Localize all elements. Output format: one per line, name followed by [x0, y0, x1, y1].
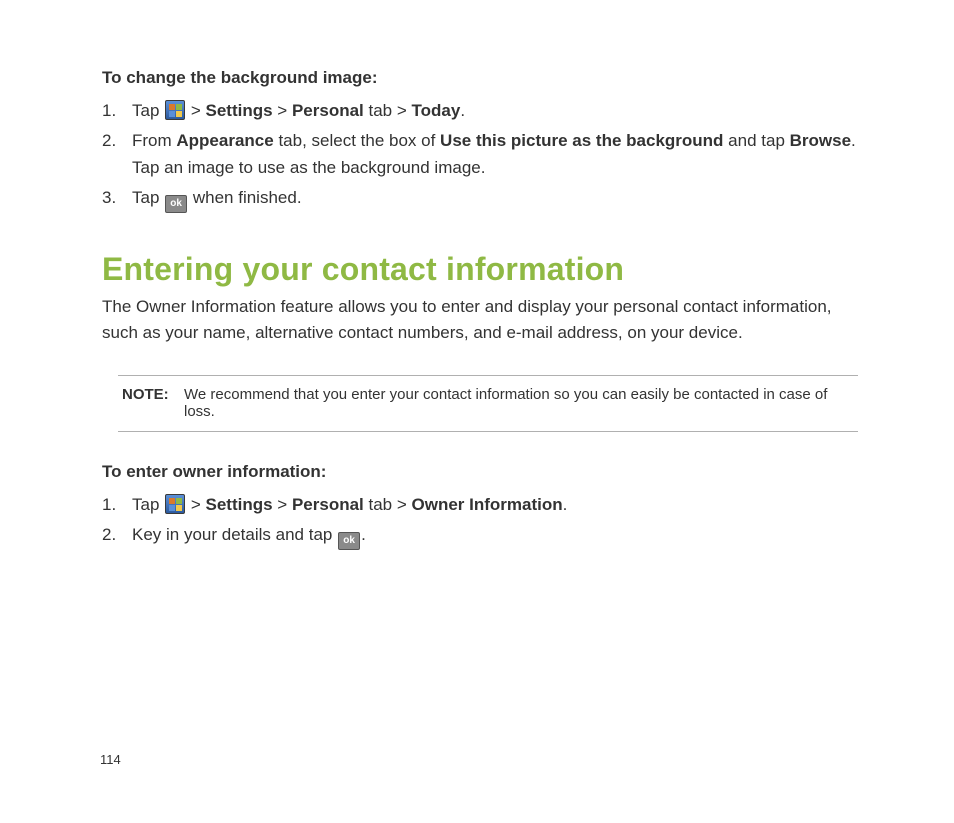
text: Tap	[132, 495, 164, 514]
nav-settings: Settings	[206, 101, 273, 120]
nav-settings: Settings	[206, 495, 273, 514]
step-number: 2.	[102, 128, 132, 154]
text: Tap	[132, 188, 164, 207]
option-use-picture: Use this picture as the background	[440, 131, 723, 150]
text: >	[186, 101, 205, 120]
step-item: 2.Key in your details and tap ok.	[102, 522, 864, 550]
steps-list-1: 1.Tap > Settings > Personal tab > Today.…	[102, 98, 864, 213]
note-block: NOTE: We recommend that you enter your c…	[118, 375, 858, 432]
ok-icon: ok	[338, 532, 360, 550]
text: .	[563, 495, 568, 514]
step-number: 3.	[102, 185, 132, 211]
text: and tap	[723, 131, 789, 150]
text: tab >	[364, 101, 412, 120]
text: >	[273, 495, 292, 514]
step-item: 2.From Appearance tab, select the box of…	[102, 128, 864, 181]
nav-today: Today	[412, 101, 461, 120]
step-number: 1.	[102, 98, 132, 124]
step-number: 2.	[102, 522, 132, 548]
note-label: NOTE:	[122, 386, 184, 403]
steps-list-2: 1.Tap > Settings > Personal tab > Owner …	[102, 492, 864, 550]
text: Key in your details and tap	[132, 525, 337, 544]
section-change-background: To change the background image: 1.Tap > …	[102, 68, 864, 213]
section-owner-info: To enter owner information: 1.Tap > Sett…	[102, 462, 864, 550]
step-number: 1.	[102, 492, 132, 518]
step-item: 3.Tap ok when finished.	[102, 185, 864, 213]
text: .	[460, 101, 465, 120]
heading-change-background: To change the background image:	[102, 68, 864, 88]
nav-owner-information: Owner Information	[412, 495, 563, 514]
heading-owner-info: To enter owner information:	[102, 462, 864, 482]
button-browse: Browse	[790, 131, 851, 150]
intro-text: The Owner Information feature allows you…	[102, 294, 864, 345]
section-title-contact-info: Entering your contact information	[102, 251, 864, 288]
text: >	[273, 101, 292, 120]
step-item: 1.Tap > Settings > Personal tab > Owner …	[102, 492, 864, 518]
text: From	[132, 131, 176, 150]
text: when finished.	[188, 188, 301, 207]
text: >	[186, 495, 205, 514]
text: .	[361, 525, 366, 544]
text: tab >	[364, 495, 412, 514]
page-number: 114	[100, 752, 121, 767]
tab-appearance: Appearance	[176, 131, 273, 150]
windows-start-icon	[165, 494, 185, 514]
nav-personal: Personal	[292, 495, 364, 514]
text: tab, select the box of	[274, 131, 440, 150]
nav-personal: Personal	[292, 101, 364, 120]
text: Tap	[132, 101, 164, 120]
step-item: 1.Tap > Settings > Personal tab > Today.	[102, 98, 864, 124]
windows-start-icon	[165, 100, 185, 120]
note-text: We recommend that you enter your contact…	[184, 386, 854, 420]
ok-icon: ok	[165, 195, 187, 213]
